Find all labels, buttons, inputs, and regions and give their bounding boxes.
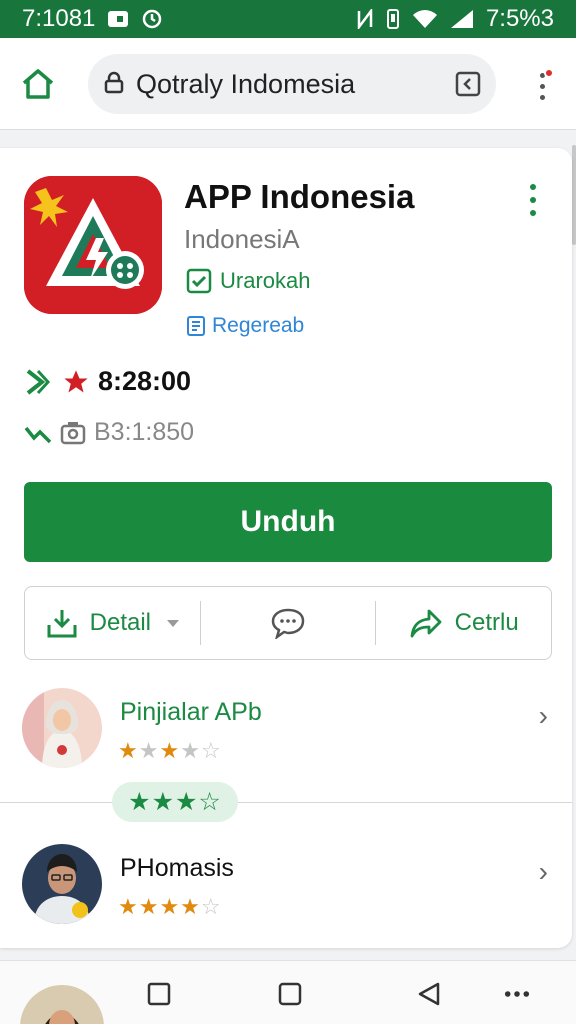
square-icon (278, 982, 302, 1006)
verified-label: Urarokah (220, 268, 311, 293)
home-button[interactable] (18, 64, 58, 104)
more-button[interactable] (504, 981, 530, 1007)
chat-bubble-icon (271, 608, 305, 639)
tab-switcher-button[interactable] (454, 70, 482, 98)
detail-button[interactable]: Detail (25, 587, 200, 659)
sync-icon (141, 8, 163, 30)
lock-icon (104, 70, 124, 99)
document-icon (187, 316, 205, 336)
square-icon (147, 982, 171, 1006)
share-button[interactable]: Cetrlu (376, 587, 551, 659)
app-developer[interactable]: IndonesiA (184, 224, 300, 255)
browser-toolbar: Qotraly Indomesia (0, 38, 576, 130)
share-arrow-icon (410, 609, 442, 638)
status-time-right: 7:5%3 (485, 5, 554, 32)
status-time-left: 7:1081 (22, 5, 96, 32)
review-item[interactable]: PHomasis ★★★★☆ › (0, 836, 572, 936)
review-stars: ★★★★☆ (118, 894, 222, 919)
address-bar[interactable]: Qotraly Indomesia (88, 54, 496, 114)
action-bar: Detail Cetrlu (24, 586, 552, 660)
stat-primary: 8:28:00 (98, 366, 192, 396)
app-logo-icon (24, 176, 162, 314)
stat-secondary: B3:1:850 (94, 418, 195, 446)
registered-label: Regereab (212, 314, 305, 337)
download-tray-icon (47, 610, 77, 638)
avatar (22, 688, 102, 768)
navigation-bar (0, 960, 576, 1024)
status-bar: 7:1081 7:5%3 (0, 0, 576, 38)
vibrate-icon (386, 9, 400, 29)
camera-icon (60, 421, 86, 444)
check-box-icon (186, 268, 212, 294)
tab-switcher-icon (455, 71, 481, 97)
signal-icon (450, 9, 474, 29)
reviewer-name: PHomasis (120, 854, 234, 882)
divider (0, 802, 572, 803)
review-item[interactable]: Pinjialar APb ★★★★☆ › (0, 680, 572, 780)
app-options-button[interactable] (528, 184, 538, 216)
triangle-back-icon (418, 982, 440, 1006)
url-text: Qotraly Indomesia (136, 68, 356, 99)
home-nav-button[interactable] (277, 981, 303, 1007)
notification-icon (107, 9, 129, 29)
avatar (22, 844, 102, 924)
menu-notification-dot (544, 68, 554, 78)
browser-menu-button[interactable] (530, 66, 554, 106)
registered-badge: Regereab (186, 314, 304, 338)
back-button[interactable] (416, 981, 442, 1007)
verified-badge: Urarokah (186, 268, 310, 294)
app-card: APP Indonesia IndonesiA Urarokah Regerea… (0, 148, 572, 948)
trend-icon (24, 426, 52, 443)
reviewer-name: Pinjialar APb (120, 698, 262, 726)
chevron-right-icon: › (538, 856, 548, 887)
nfc-icon (356, 9, 374, 29)
review-stars: ★★★★☆ (118, 738, 222, 763)
home-icon (22, 69, 54, 99)
recents-button[interactable] (146, 981, 172, 1007)
wifi-icon (412, 9, 438, 29)
comment-button[interactable] (201, 587, 376, 659)
chevron-right-icon: › (538, 700, 548, 731)
chevron-down-icon (167, 619, 180, 627)
install-button[interactable]: Unduh (24, 482, 552, 562)
stat-size-row: B3:1:850 (24, 418, 194, 447)
profile-avatar[interactable] (20, 985, 104, 1024)
more-dots-icon (504, 991, 530, 997)
scrollbar[interactable] (572, 145, 576, 245)
share-label: Cetrlu (454, 609, 519, 636)
star-icon (64, 369, 88, 392)
app-title: APP Indonesia (184, 178, 415, 215)
detail-label: Detail (89, 609, 152, 636)
rating-chip[interactable]: ★★★☆ (112, 782, 238, 822)
play-arrow-icon (26, 368, 51, 395)
stat-rating-row: 8:28:00 (24, 366, 191, 397)
